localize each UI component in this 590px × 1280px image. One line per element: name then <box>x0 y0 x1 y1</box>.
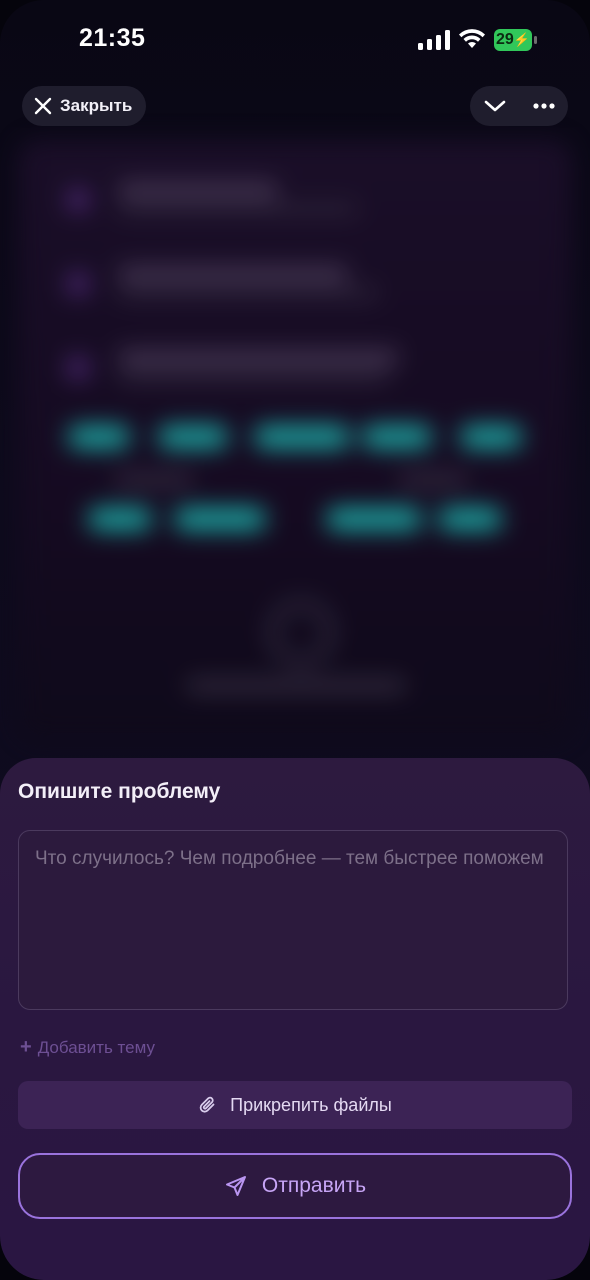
blurred-spinner <box>268 600 334 666</box>
add-topic-label: Добавить тему <box>37 1037 155 1057</box>
more-button[interactable] <box>524 86 564 126</box>
blurred-highlight <box>88 508 152 530</box>
problem-description-placeholder: Что случилось? Чем подробнее — тем быстр… <box>35 848 544 869</box>
blurred-row <box>68 266 428 306</box>
send-button[interactable]: Отправить <box>18 1153 572 1219</box>
screen: 21:35 29 ⚡ Закрыть Опишите проблему Что … <box>0 0 590 1280</box>
collapse-button[interactable] <box>475 86 515 126</box>
header-actions <box>470 86 568 126</box>
wifi-icon <box>459 29 485 48</box>
blurred-text <box>398 474 468 486</box>
chevron-down-icon <box>484 100 505 112</box>
blurred-highlight <box>460 426 522 448</box>
send-label: Отправить <box>261 1174 367 1197</box>
sheet-title: Опишите проблему <box>18 780 221 803</box>
blurred-highlight <box>174 508 266 530</box>
blurred-row <box>68 182 428 222</box>
blurred-highlight <box>158 426 228 448</box>
attach-files-label: Прикрепить файлы <box>230 1094 392 1115</box>
attach-files-button[interactable]: Прикрепить файлы <box>18 1081 572 1129</box>
blurred-text <box>114 474 194 486</box>
battery-level: 29 <box>496 31 514 48</box>
problem-description-input[interactable]: Что случилось? Чем подробнее — тем быстр… <box>18 830 568 1010</box>
blurred-highlight <box>362 426 432 448</box>
blurred-background-content <box>18 140 572 740</box>
blurred-text <box>186 680 406 692</box>
status-time: 21:35 <box>79 24 146 52</box>
report-problem-sheet: Опишите проблему Что случилось? Чем подр… <box>0 758 590 1280</box>
close-button[interactable]: Закрыть <box>22 86 147 126</box>
battery-charging-icon: 29 ⚡ <box>494 29 540 51</box>
blurred-highlight <box>254 426 350 448</box>
blurred-highlight <box>438 508 502 530</box>
paperclip-icon <box>199 1096 215 1113</box>
send-icon <box>225 1176 246 1196</box>
close-icon <box>34 97 52 115</box>
signal-icon <box>418 30 450 50</box>
status-bar: 21:35 29 ⚡ <box>0 0 590 80</box>
plus-icon: + <box>20 1036 32 1058</box>
blurred-highlight <box>326 508 422 530</box>
add-topic-link[interactable]: + Добавить тему <box>20 1036 155 1059</box>
blurred-highlight <box>68 426 130 448</box>
blurred-row <box>68 350 428 390</box>
close-label: Закрыть <box>60 96 133 115</box>
more-icon <box>532 103 555 109</box>
